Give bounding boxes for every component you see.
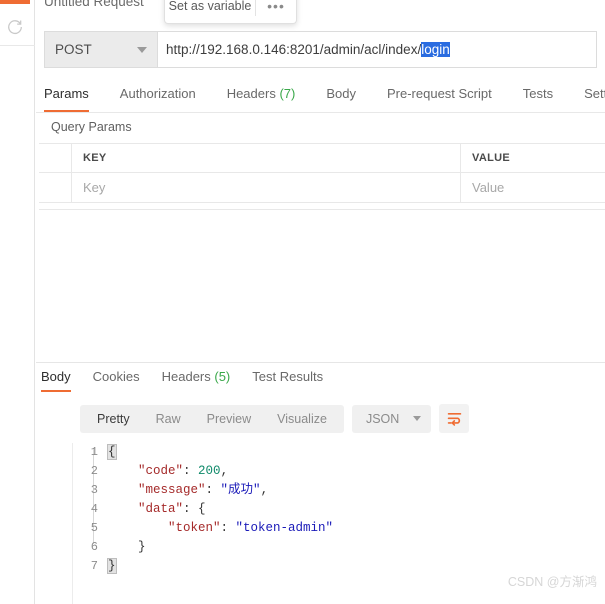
response-tab-body[interactable]: Body <box>41 366 71 392</box>
request-builder-panel: Untitled Request Set as variable ••• POS… <box>36 0 605 604</box>
watermark: CSDN @方渐鸿 <box>507 575 597 589</box>
tab-pre-request-script-label: Pre-request Script <box>386 86 492 101</box>
code-line: 1 { <box>72 443 605 462</box>
response-tab-cookies-label: Cookies <box>92 369 140 384</box>
response-viewer-toolbar: Pretty Raw Preview Visualize JSON <box>80 404 470 433</box>
http-method-select[interactable]: POST <box>44 31 157 68</box>
left-sidebar-strip <box>0 0 35 604</box>
param-key-input[interactable]: Key <box>72 173 461 202</box>
url-input[interactable]: http://192.168.0.146:8201/admin/acl/inde… <box>157 31 597 68</box>
code-line: 3 "message": "成功", <box>72 481 605 500</box>
line-number: 1 <box>90 445 98 459</box>
code-line: 4 "data": { <box>72 500 605 519</box>
response-language-select[interactable]: JSON <box>351 404 432 433</box>
chevron-down-icon <box>137 47 147 53</box>
code-line-content: "code": 200, <box>138 464 229 478</box>
http-method-label: POST <box>55 42 92 57</box>
table-bottom-rule <box>39 209 605 210</box>
column-header-key: KEY <box>72 144 461 172</box>
tab-headers[interactable]: Headers (7) <box>227 80 296 111</box>
query-params-section-label: Query Params <box>51 120 132 134</box>
line-number: 2 <box>90 464 98 478</box>
word-wrap-button[interactable] <box>439 404 470 433</box>
line-number: 4 <box>90 502 98 516</box>
tab-body-label: Body <box>326 86 356 101</box>
code-line-content: "token": "token-admin" <box>168 521 334 535</box>
tab-settings-label: Settin <box>584 86 605 101</box>
response-tab-test-results-label: Test Results <box>252 369 324 384</box>
response-tab-headers-label: Headers <box>161 369 211 384</box>
column-header-value: VALUE <box>472 152 510 164</box>
tab-params-label: Params <box>44 86 89 101</box>
response-body-code[interactable]: 1 { 2 "code": 200, 3 "message": "成功", 4 … <box>72 443 605 583</box>
tab-settings[interactable]: Settin <box>584 80 605 111</box>
url-text-selection: login <box>421 42 450 57</box>
tab-tests[interactable]: Tests <box>523 80 553 111</box>
tab-pre-request-script[interactable]: Pre-request Script <box>387 80 492 111</box>
tab-params[interactable]: Params <box>44 80 89 112</box>
table-row[interactable]: Key Value <box>39 173 605 203</box>
code-line: 5 "token": "token-admin" <box>72 519 605 538</box>
code-line: 6 } <box>72 538 605 557</box>
sidebar-divider <box>0 45 35 46</box>
line-number: 6 <box>90 540 98 554</box>
code-line-content: "message": "成功", <box>138 483 269 497</box>
response-language-label: JSON <box>365 411 400 426</box>
request-tabs: Params Authorization Headers (7) Body Pr… <box>36 80 605 113</box>
format-visualize-button[interactable]: Visualize <box>264 405 340 433</box>
format-toggle-group: Pretty Raw Preview Visualize <box>80 404 344 433</box>
code-line-content: } <box>138 540 146 554</box>
code-line-content: { <box>107 444 117 460</box>
response-tab-cookies[interactable]: Cookies <box>93 366 140 392</box>
response-tab-headers[interactable]: Headers (5) <box>162 366 231 392</box>
url-bar: POST http://192.168.0.146:8201/admin/acl… <box>44 31 597 68</box>
header-checkbox-cell <box>39 144 72 172</box>
line-number: 3 <box>90 483 98 497</box>
format-pretty-button[interactable]: Pretty <box>84 405 143 433</box>
row-checkbox-cell[interactable] <box>39 173 72 202</box>
code-line: 2 "code": 200, <box>72 462 605 481</box>
more-options-button[interactable]: ••• <box>256 0 296 14</box>
chevron-down-icon <box>413 416 422 421</box>
format-raw-button[interactable]: Raw <box>143 405 194 433</box>
code-line-content: "data": { <box>138 502 206 516</box>
response-pane-divider[interactable] <box>36 362 605 363</box>
set-as-variable-button[interactable]: Set as variable <box>165 0 255 13</box>
tab-headers-label: Headers <box>226 86 276 101</box>
line-number: 7 <box>90 559 98 573</box>
tab-authorization[interactable]: Authorization <box>120 80 196 111</box>
tab-body[interactable]: Body <box>326 80 356 111</box>
word-wrap-icon <box>447 413 462 426</box>
param-value-input[interactable]: Value <box>461 173 605 202</box>
line-number: 5 <box>90 521 98 535</box>
sidebar-accent-bar <box>0 0 30 4</box>
tab-tests-label: Tests <box>522 86 554 101</box>
refresh-icon[interactable] <box>6 18 24 36</box>
tab-authorization-label: Authorization <box>119 86 196 101</box>
response-tab-headers-count: (5) <box>214 369 231 384</box>
response-tab-test-results[interactable]: Test Results <box>252 366 323 392</box>
query-params-table: KEY VALUE Key Value <box>39 143 605 203</box>
format-preview-button[interactable]: Preview <box>194 405 264 433</box>
response-tabs: Body Cookies Headers (5) Test Results <box>36 366 605 393</box>
request-title: Untitled Request <box>44 0 144 9</box>
set-as-variable-popup: Set as variable ••• <box>164 0 297 24</box>
code-line-content: } <box>107 558 117 574</box>
url-text-prefix: http://192.168.0.146:8201/admin/acl/inde… <box>166 42 422 57</box>
tab-headers-count: (7) <box>279 86 296 101</box>
table-header-row: KEY VALUE <box>39 143 605 173</box>
response-tab-body-label: Body <box>41 369 71 384</box>
